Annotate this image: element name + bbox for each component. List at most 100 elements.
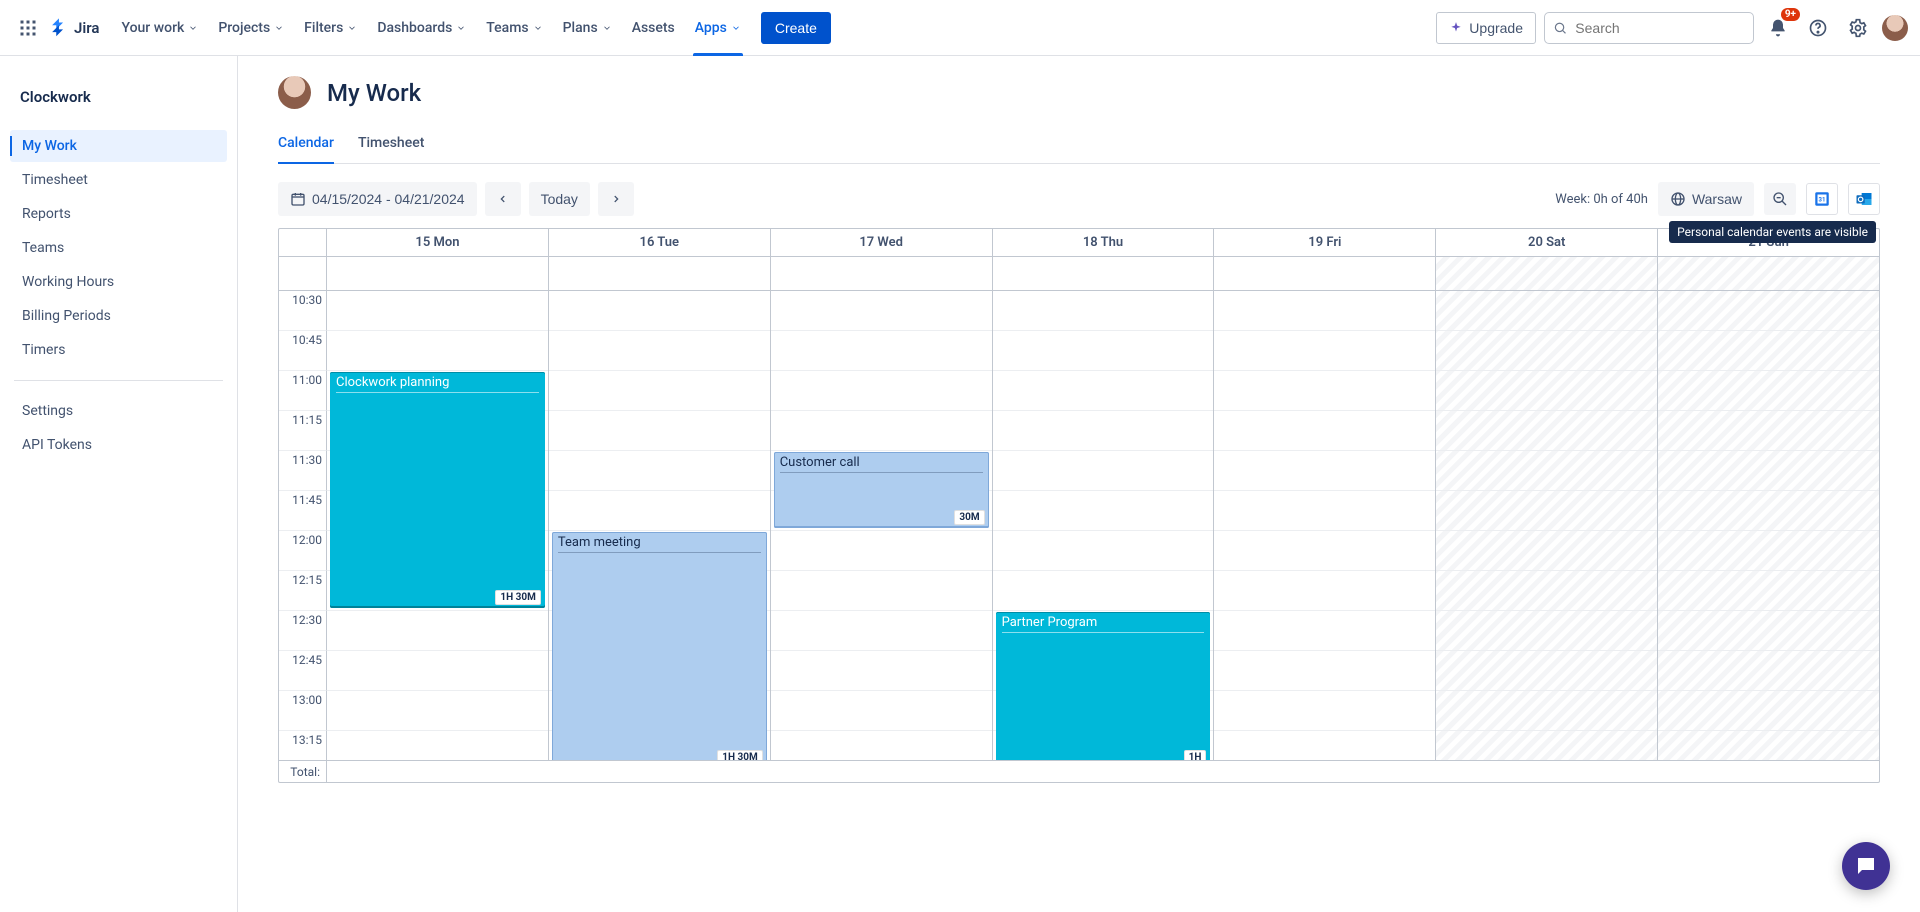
help-button[interactable] xyxy=(1802,12,1834,44)
time-slot[interactable] xyxy=(1214,451,1435,491)
time-slot[interactable] xyxy=(993,331,1214,371)
time-slot[interactable] xyxy=(1214,411,1435,451)
prev-week-button[interactable] xyxy=(485,182,521,216)
time-slot[interactable] xyxy=(993,451,1214,491)
allday-cell[interactable] xyxy=(993,257,1215,290)
time-slot[interactable] xyxy=(1658,491,1879,531)
time-slot[interactable] xyxy=(1214,371,1435,411)
time-slot[interactable] xyxy=(327,331,548,371)
time-slot[interactable] xyxy=(1658,291,1879,331)
time-slot[interactable] xyxy=(1658,331,1879,371)
allday-cell[interactable] xyxy=(1214,257,1436,290)
time-slot[interactable] xyxy=(771,411,992,451)
time-slot[interactable] xyxy=(1214,651,1435,691)
day-column[interactable]: Partner Program1H xyxy=(993,291,1215,760)
time-slot[interactable] xyxy=(549,451,770,491)
time-slot[interactable] xyxy=(549,291,770,331)
day-column[interactable]: Team meeting1H 30M xyxy=(549,291,771,760)
profile-avatar[interactable] xyxy=(1882,15,1908,41)
time-slot[interactable] xyxy=(1214,691,1435,731)
time-slot[interactable] xyxy=(549,371,770,411)
jira-logo[interactable]: Jira xyxy=(48,17,99,39)
time-slot[interactable] xyxy=(771,611,992,651)
time-slot[interactable] xyxy=(1658,531,1879,571)
time-slot[interactable] xyxy=(1214,531,1435,571)
settings-button[interactable] xyxy=(1842,12,1874,44)
day-column[interactable]: Clockwork planning1H 30M xyxy=(327,291,549,760)
time-slot[interactable] xyxy=(327,691,548,731)
time-slot[interactable] xyxy=(1436,491,1657,531)
time-slot[interactable] xyxy=(1436,291,1657,331)
time-slot[interactable] xyxy=(327,731,548,760)
time-slot[interactable] xyxy=(1436,371,1657,411)
time-slot[interactable] xyxy=(771,531,992,571)
time-slot[interactable] xyxy=(549,491,770,531)
calendar-event[interactable]: Customer call30M xyxy=(774,452,989,528)
time-slot[interactable] xyxy=(1214,611,1435,651)
time-slot[interactable] xyxy=(327,291,548,331)
outlook-calendar-button[interactable] xyxy=(1848,183,1880,215)
upgrade-button[interactable]: Upgrade xyxy=(1436,12,1536,44)
intercom-launcher[interactable] xyxy=(1842,842,1890,890)
time-slot[interactable] xyxy=(1658,611,1879,651)
time-slot[interactable] xyxy=(1658,451,1879,491)
date-range-button[interactable]: 04/15/2024 - 04/21/2024 xyxy=(278,182,477,216)
time-slot[interactable] xyxy=(993,371,1214,411)
time-slot[interactable] xyxy=(771,331,992,371)
time-slot[interactable] xyxy=(1436,331,1657,371)
time-slot[interactable] xyxy=(993,491,1214,531)
time-slot[interactable] xyxy=(1658,371,1879,411)
today-button[interactable]: Today xyxy=(529,182,590,216)
time-slot[interactable] xyxy=(993,531,1214,571)
create-button[interactable]: Create xyxy=(761,12,831,44)
sidebar-item-my-work[interactable]: My Work xyxy=(10,130,227,162)
app-switcher-icon[interactable] xyxy=(12,12,44,44)
sidebar-item-timesheet[interactable]: Timesheet xyxy=(10,164,227,196)
sidebar-item-api-tokens[interactable]: API Tokens xyxy=(10,429,227,461)
time-slot[interactable] xyxy=(327,611,548,651)
tab-timesheet[interactable]: Timesheet xyxy=(358,129,424,163)
time-slot[interactable] xyxy=(1214,331,1435,371)
allday-cell[interactable] xyxy=(549,257,771,290)
calendar-event[interactable]: Clockwork planning1H 30M xyxy=(330,372,545,608)
nav-item-apps[interactable]: Apps xyxy=(685,0,751,56)
time-slot[interactable] xyxy=(1658,691,1879,731)
nav-item-filters[interactable]: Filters xyxy=(294,0,367,56)
nav-item-dashboards[interactable]: Dashboards xyxy=(367,0,476,56)
time-slot[interactable] xyxy=(1436,611,1657,651)
time-slot[interactable] xyxy=(1658,571,1879,611)
tab-calendar[interactable]: Calendar xyxy=(278,129,334,163)
day-column[interactable]: Customer call30M xyxy=(771,291,993,760)
nav-item-teams[interactable]: Teams xyxy=(476,0,552,56)
time-slot[interactable] xyxy=(1436,411,1657,451)
time-slot[interactable] xyxy=(1436,731,1657,760)
time-slot[interactable] xyxy=(1658,651,1879,691)
sidebar-item-reports[interactable]: Reports xyxy=(10,198,227,230)
allday-cell[interactable] xyxy=(1658,257,1879,290)
time-slot[interactable] xyxy=(1214,731,1435,760)
time-slot[interactable] xyxy=(1436,451,1657,491)
google-calendar-button[interactable]: 31 xyxy=(1806,183,1838,215)
time-slot[interactable] xyxy=(771,571,992,611)
time-slot[interactable] xyxy=(1658,411,1879,451)
allday-cell[interactable] xyxy=(771,257,993,290)
time-slot[interactable] xyxy=(993,571,1214,611)
time-slot[interactable] xyxy=(549,411,770,451)
sidebar-item-settings[interactable]: Settings xyxy=(10,395,227,427)
time-slot[interactable] xyxy=(771,291,992,331)
sidebar-item-teams[interactable]: Teams xyxy=(10,232,227,264)
allday-cell[interactable] xyxy=(327,257,549,290)
time-slot[interactable] xyxy=(771,371,992,411)
time-slot[interactable] xyxy=(1658,731,1879,760)
time-slot[interactable] xyxy=(1214,571,1435,611)
time-slot[interactable] xyxy=(1436,651,1657,691)
zoom-out-button[interactable] xyxy=(1764,183,1796,215)
time-slot[interactable] xyxy=(1214,491,1435,531)
time-slot[interactable] xyxy=(549,331,770,371)
calendar-event[interactable]: Team meeting1H 30M xyxy=(552,532,767,760)
nav-item-projects[interactable]: Projects xyxy=(208,0,294,56)
nav-item-assets[interactable]: Assets xyxy=(622,0,685,56)
time-slot[interactable] xyxy=(1436,531,1657,571)
calendar-event[interactable]: Partner Program1H xyxy=(996,612,1211,760)
time-slot[interactable] xyxy=(771,691,992,731)
